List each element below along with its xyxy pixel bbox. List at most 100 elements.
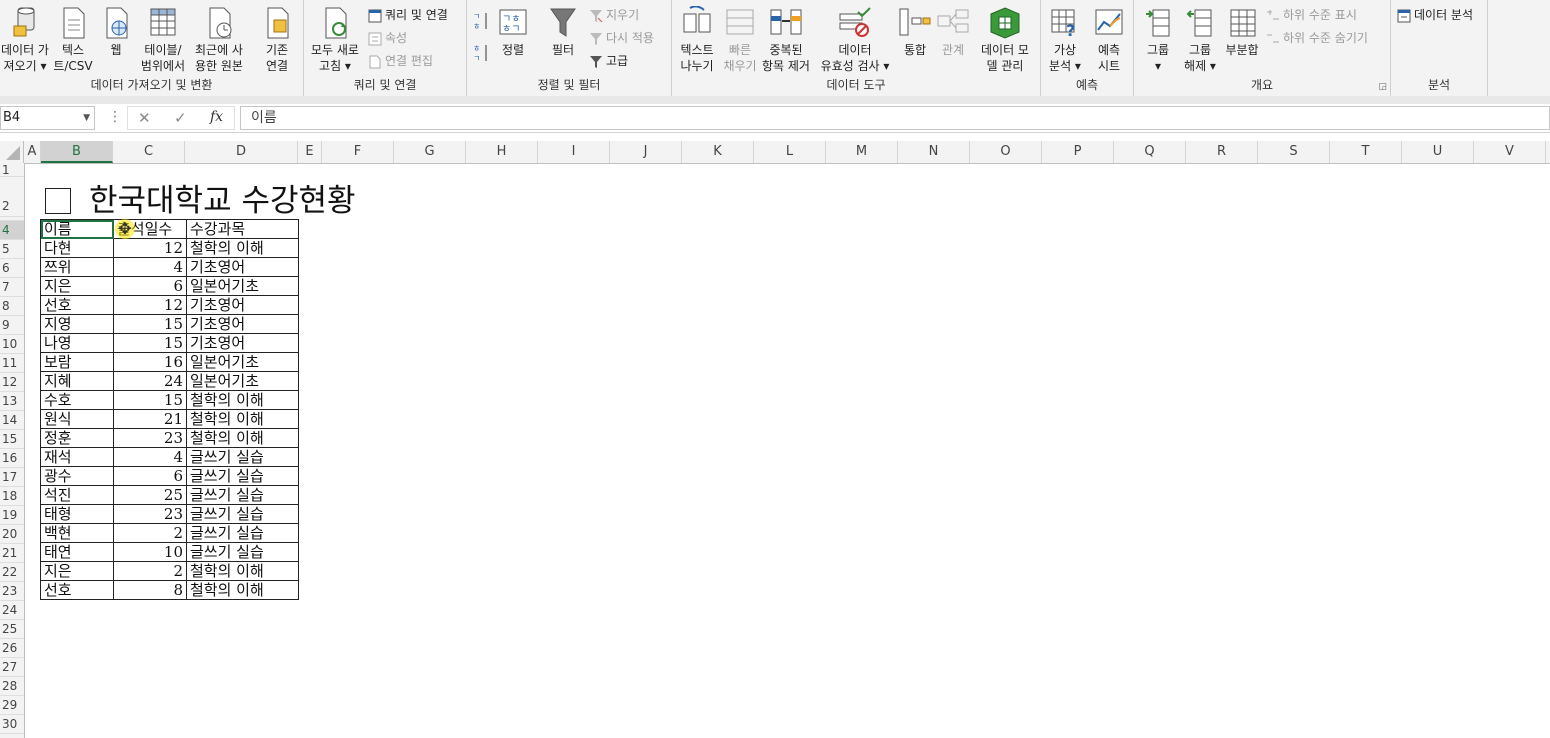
table-cell[interactable]: 쯔위 xyxy=(40,257,114,277)
insert-function-icon[interactable]: fx xyxy=(210,109,223,125)
table-cell[interactable]: 24 xyxy=(113,371,187,391)
table-cell[interactable]: 23 xyxy=(113,428,187,448)
table-cell[interactable]: 철학의 이해 xyxy=(186,409,299,429)
table-cell[interactable]: 12 xyxy=(113,238,187,258)
row-header[interactable]: 2 xyxy=(0,177,24,217)
column-header[interactable]: T xyxy=(1330,141,1402,163)
table-cell[interactable]: 12 xyxy=(113,295,187,315)
row-header[interactable]: 10 xyxy=(0,335,24,354)
table-cell[interactable]: 글쓰기 실습 xyxy=(186,485,299,505)
header-cell[interactable]: 수강과목 xyxy=(186,219,299,239)
table-cell[interactable]: 재석 xyxy=(40,447,114,467)
row-header[interactable]: 21 xyxy=(0,544,24,563)
table-cell[interactable]: 선호 xyxy=(40,295,114,315)
table-cell[interactable]: 글쓰기 실습 xyxy=(186,542,299,562)
table-cell[interactable]: 다현 xyxy=(40,238,114,258)
table-cell[interactable]: 지혜 xyxy=(40,371,114,391)
row-header[interactable]: 23 xyxy=(0,582,24,601)
table-cell[interactable]: 정훈 xyxy=(40,428,114,448)
table-cell[interactable]: 원식 xyxy=(40,409,114,429)
row-header[interactable]: 9 xyxy=(0,316,24,335)
text-to-columns-button[interactable]: 텍스트 나누기 xyxy=(674,6,720,74)
column-header[interactable]: J xyxy=(610,141,682,163)
table-cell[interactable]: 10 xyxy=(113,542,187,562)
ungroup-button[interactable]: 그룹 해제 ▾ xyxy=(1180,6,1220,74)
row-header[interactable]: 19 xyxy=(0,506,24,525)
cancel-icon[interactable]: ✕ xyxy=(138,109,151,127)
table-cell[interactable]: 15 xyxy=(113,314,187,334)
table-cell[interactable]: 태연 xyxy=(40,542,114,562)
subtotal-button[interactable]: 부분합 xyxy=(1222,6,1262,58)
recent-sources-button[interactable]: 최근에 사 용한 원본 xyxy=(190,6,248,74)
table-cell[interactable]: 철학의 이해 xyxy=(186,238,299,258)
table-cell[interactable]: 석진 xyxy=(40,485,114,505)
name-box[interactable]: B4 ▼ xyxy=(0,106,95,130)
table-cell[interactable]: 21 xyxy=(113,409,187,429)
table-cell[interactable]: 23 xyxy=(113,504,187,524)
existing-connections-button[interactable]: 기존 연결 xyxy=(256,6,298,74)
column-header[interactable]: F xyxy=(322,141,394,163)
sort-ascending-button[interactable]: ㄱㅎ xyxy=(471,10,491,34)
table-cell[interactable]: 25 xyxy=(113,485,187,505)
formula-input[interactable]: 이름 xyxy=(240,106,1550,130)
consolidate-button[interactable]: 통합 xyxy=(898,6,932,58)
group-button[interactable]: 그룹 ▾ xyxy=(1138,6,1178,74)
flash-fill-button[interactable]: 빠른 채우기 xyxy=(722,6,758,74)
column-header[interactable]: R xyxy=(1186,141,1258,163)
table-cell[interactable]: 철학의 이해 xyxy=(186,561,299,581)
show-detail-button[interactable]: 하위 수준 표시 xyxy=(1266,6,1357,24)
column-header[interactable]: M xyxy=(826,141,898,163)
forecast-sheet-button[interactable]: 예측 시트 xyxy=(1089,6,1129,74)
get-data-button[interactable]: 데이터 가 져오기 ▾ xyxy=(0,6,50,74)
row-header[interactable]: 16 xyxy=(0,449,24,468)
edit-links-button[interactable]: 연결 편집 xyxy=(368,52,433,70)
table-cell[interactable]: 기초영어 xyxy=(186,333,299,353)
table-cell[interactable]: 2 xyxy=(113,561,187,581)
table-cell[interactable]: 글쓰기 실습 xyxy=(186,523,299,543)
row-header[interactable]: 14 xyxy=(0,411,24,430)
text-csv-button[interactable]: 텍스 트/CSV xyxy=(52,6,94,74)
row-header[interactable]: 20 xyxy=(0,525,24,544)
table-cell[interactable]: 6 xyxy=(113,466,187,486)
column-header[interactable]: K xyxy=(682,141,754,163)
row-header[interactable]: 5 xyxy=(0,240,24,259)
table-cell[interactable]: 지은 xyxy=(40,561,114,581)
column-header[interactable]: G xyxy=(394,141,466,163)
table-cell[interactable]: 수호 xyxy=(40,390,114,410)
row-header[interactable]: 8 xyxy=(0,297,24,316)
column-header[interactable]: U xyxy=(1402,141,1474,163)
chevron-down-icon[interactable]: ▼ xyxy=(83,107,90,129)
table-cell[interactable]: 글쓰기 실습 xyxy=(186,504,299,524)
row-header[interactable]: 13 xyxy=(0,392,24,411)
row-header[interactable]: 4 xyxy=(0,221,24,240)
enter-icon[interactable]: ✓ xyxy=(174,109,187,127)
table-cell[interactable]: 철학의 이해 xyxy=(186,428,299,448)
table-cell[interactable]: 기초영어 xyxy=(186,314,299,334)
more-options-icon[interactable]: ⋮ xyxy=(108,109,122,125)
table-cell[interactable]: 보람 xyxy=(40,352,114,372)
table-cell[interactable]: 16 xyxy=(113,352,187,372)
column-header[interactable]: P xyxy=(1042,141,1114,163)
row-header[interactable]: 26 xyxy=(0,639,24,658)
properties-button[interactable]: 속성 xyxy=(368,29,407,47)
column-header[interactable]: D xyxy=(185,141,298,163)
row-header[interactable]: 29 xyxy=(0,696,24,715)
sort-button[interactable]: ㄱㅎ ㅎㄱ 정렬 xyxy=(495,6,531,58)
table-cell[interactable]: 4 xyxy=(113,257,187,277)
table-cell[interactable]: 글쓰기 실습 xyxy=(186,447,299,467)
row-header[interactable]: 7 xyxy=(0,278,24,297)
column-header[interactable]: Q xyxy=(1114,141,1186,163)
clear-filter-button[interactable]: 지우기 xyxy=(589,6,639,24)
data-validation-button[interactable]: 데이터 유효성 검사 ▾ xyxy=(816,6,894,74)
column-header[interactable]: B xyxy=(41,141,113,163)
filter-button[interactable]: 필터 xyxy=(545,6,581,58)
table-cell[interactable]: 태형 xyxy=(40,504,114,524)
data-analysis-button[interactable]: 데이터 분석 xyxy=(1397,6,1473,24)
table-cell[interactable]: 나영 xyxy=(40,333,114,353)
hide-detail-button[interactable]: 하위 수준 숨기기 xyxy=(1266,29,1368,47)
column-header[interactable]: C xyxy=(113,141,185,163)
column-header[interactable]: L xyxy=(754,141,826,163)
row-header[interactable]: 22 xyxy=(0,563,24,582)
table-cell[interactable]: 15 xyxy=(113,333,187,353)
table-cell[interactable]: 광수 xyxy=(40,466,114,486)
